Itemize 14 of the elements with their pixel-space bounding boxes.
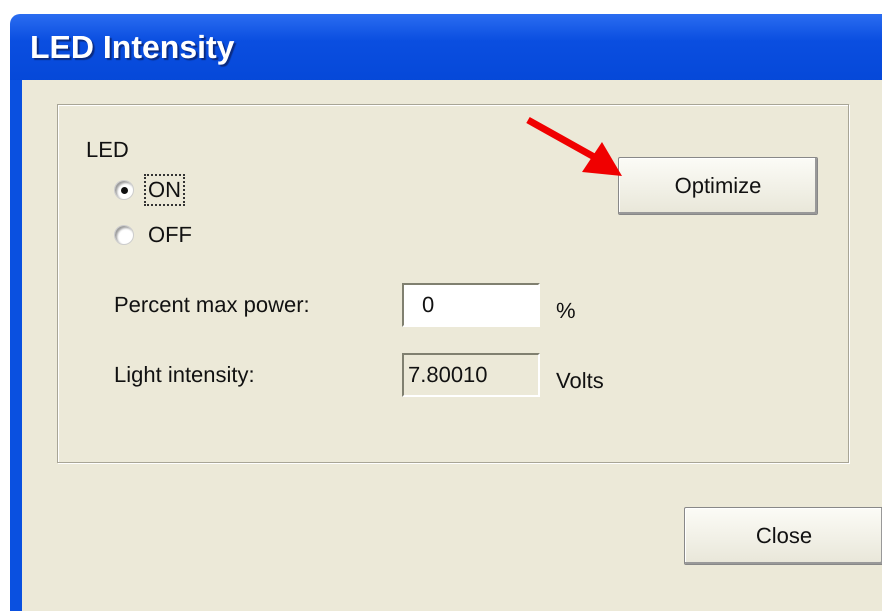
window-title: LED Intensity bbox=[30, 28, 234, 66]
radio-button[interactable] bbox=[114, 180, 134, 200]
field-label: Percent max power: bbox=[114, 292, 311, 318]
unit-label: % bbox=[556, 298, 576, 324]
radio-label[interactable]: ON bbox=[144, 174, 185, 206]
group-label: LED bbox=[86, 137, 130, 163]
radio-label[interactable]: OFF bbox=[144, 219, 196, 251]
field-label: Light intensity: bbox=[114, 362, 256, 388]
input-field[interactable]: 7.80010 bbox=[402, 353, 540, 397]
optimize-button[interactable]: Optimize bbox=[618, 157, 818, 215]
close-button[interactable]: Close bbox=[684, 507, 882, 565]
input-field[interactable]: 0 bbox=[402, 283, 540, 327]
radio-button[interactable] bbox=[114, 225, 134, 245]
unit-label: Volts bbox=[556, 368, 604, 394]
